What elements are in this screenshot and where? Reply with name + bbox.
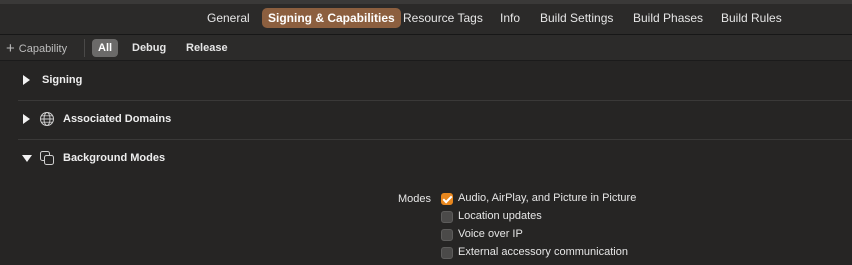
tab-signing-capabilities[interactable]: Signing & Capabilities <box>262 8 401 28</box>
tab-build-settings[interactable]: Build Settings <box>534 8 619 28</box>
tab-resource-tags[interactable]: Resource Tags <box>397 8 489 28</box>
disclosure-triangle-icon[interactable] <box>22 155 32 162</box>
disclosure-triangle-icon[interactable] <box>23 114 30 124</box>
modes-label: Modes <box>398 193 432 205</box>
section-signing[interactable]: Signing <box>18 62 852 101</box>
tab-info[interactable]: Info <box>494 8 526 28</box>
tab-build-rules[interactable]: Build Rules <box>715 8 788 28</box>
option-label: Location updates <box>458 210 542 222</box>
add-capability-button[interactable]: + Capability <box>6 39 68 57</box>
checkbox-audio-airplay-pip[interactable] <box>441 193 453 205</box>
editor-tab-bar: General Signing & Capabilities Resource … <box>0 0 852 35</box>
disclosure-triangle-icon[interactable] <box>23 75 30 85</box>
section-title: Signing <box>42 74 83 86</box>
filter-release[interactable]: Release <box>180 39 234 57</box>
option-label: Voice over IP <box>458 228 523 240</box>
globe-icon <box>40 112 54 126</box>
tab-build-phases[interactable]: Build Phases <box>627 8 709 28</box>
background-modes-icon <box>40 151 54 165</box>
checkbox-location-updates[interactable] <box>441 211 453 223</box>
add-capability-label: Capability <box>18 43 68 55</box>
toolbar-divider <box>84 39 85 57</box>
filter-all[interactable]: All <box>92 39 119 57</box>
checkbox-voice-over-ip[interactable] <box>441 229 453 241</box>
section-title: Associated Domains <box>63 113 172 125</box>
section-background-modes[interactable]: Background Modes <box>18 140 852 179</box>
option-label: Audio, AirPlay, and Picture in Picture <box>458 192 637 204</box>
option-label: External accessory communication <box>458 246 628 258</box>
section-associated-domains[interactable]: Associated Domains <box>18 101 852 140</box>
filter-debug[interactable]: Debug <box>126 39 172 57</box>
plus-icon: + <box>6 40 15 57</box>
section-title: Background Modes <box>63 152 166 164</box>
window-edge <box>0 0 852 4</box>
tab-general[interactable]: General <box>201 8 256 28</box>
checkbox-external-accessory[interactable] <box>441 247 453 259</box>
capability-toolbar: + Capability All Debug Release <box>0 35 852 61</box>
